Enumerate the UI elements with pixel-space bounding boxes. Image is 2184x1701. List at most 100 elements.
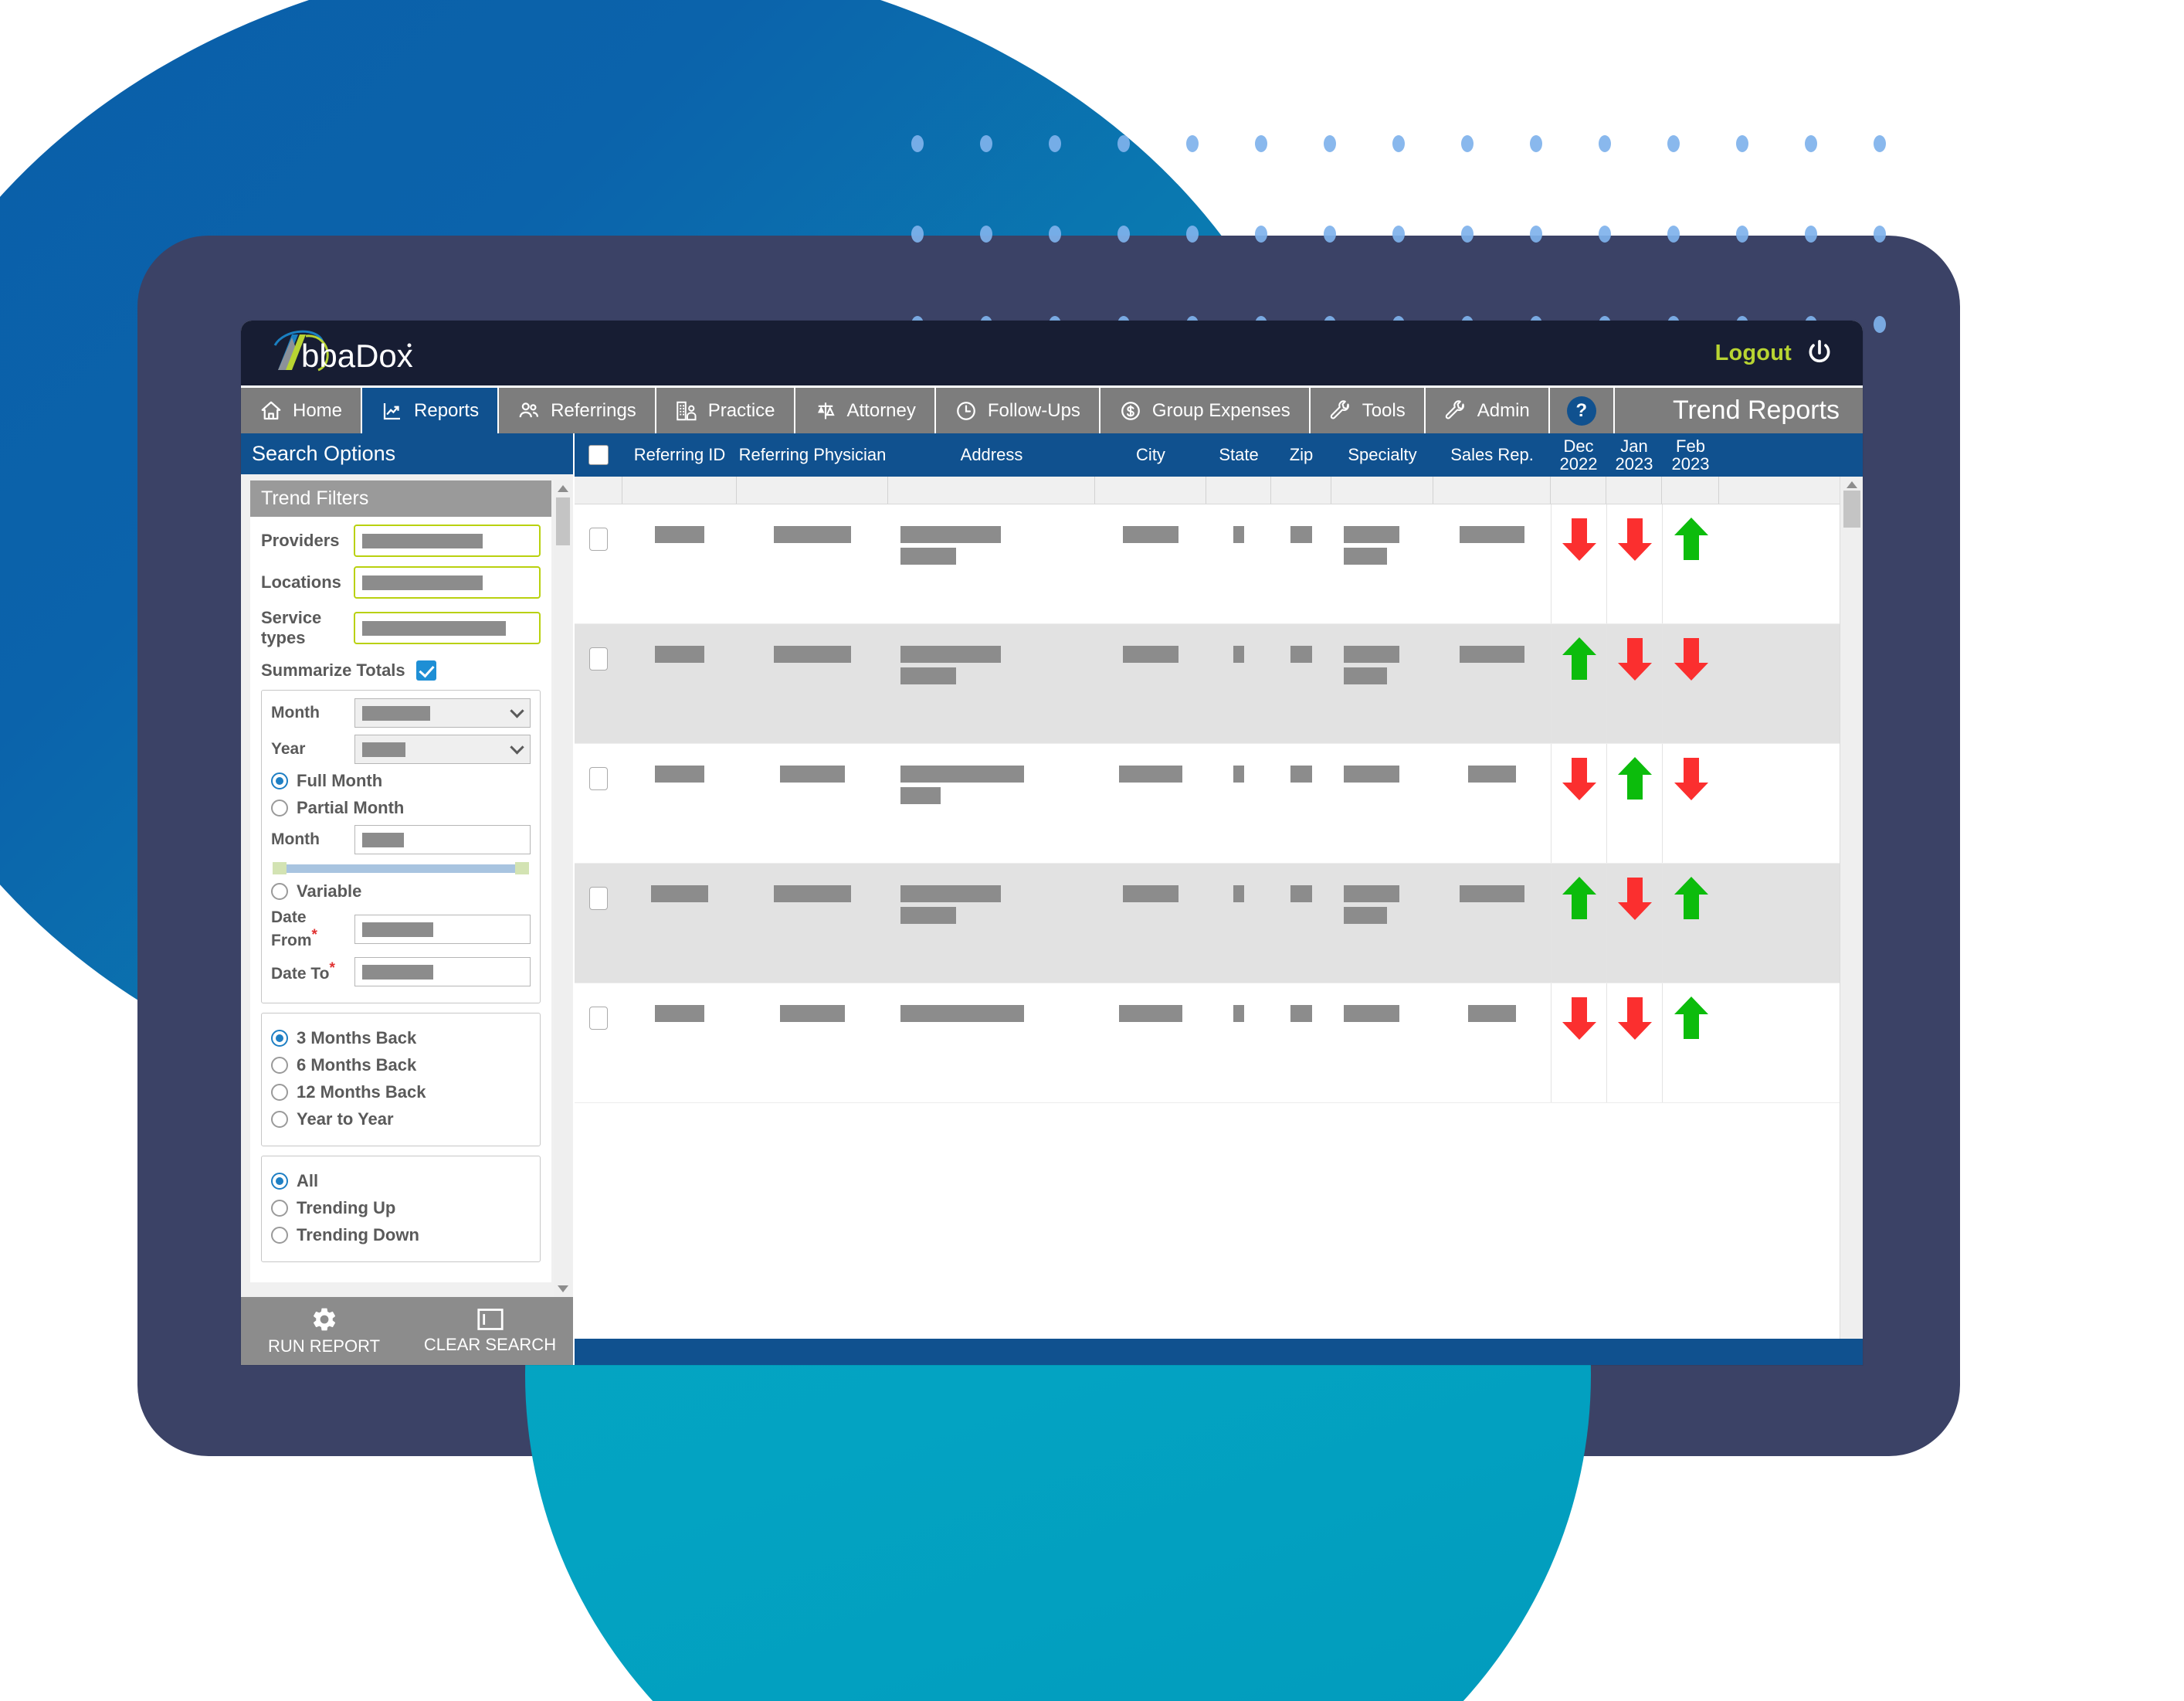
radio-indicator[interactable]: [271, 1111, 288, 1128]
filter-cell-referring-physician[interactable]: [737, 477, 888, 504]
scroll-up-icon[interactable]: [558, 485, 568, 492]
radio-indicator[interactable]: [271, 1084, 288, 1101]
day-range-slider[interactable]: [273, 862, 529, 874]
filter-cell-specialty[interactable]: [1331, 477, 1433, 504]
column-header-referring-physician[interactable]: Referring Physician: [737, 446, 888, 463]
row-select-checkbox[interactable]: [589, 647, 608, 671]
nav-item-tools[interactable]: Tools: [1311, 388, 1426, 433]
table-row[interactable]: [575, 864, 1863, 983]
column-header-jan-2023[interactable]: Jan 2023: [1606, 437, 1662, 473]
filter-cell-select[interactable]: [575, 477, 622, 504]
row-select-checkbox[interactable]: [589, 887, 608, 910]
filter-cell-city[interactable]: [1095, 477, 1206, 504]
column-header-address[interactable]: Address: [888, 446, 1095, 463]
column-header-referring-id[interactable]: Referring ID: [622, 446, 737, 463]
radio-indicator[interactable]: [271, 1200, 288, 1217]
table-row[interactable]: [575, 744, 1863, 864]
table-scrollbar[interactable]: [1840, 477, 1863, 1365]
column-header-zip[interactable]: Zip: [1271, 446, 1331, 463]
radio-12-months-back[interactable]: 12 Months Back: [271, 1082, 531, 1102]
service-types-label: Service types: [261, 608, 322, 647]
table-row[interactable]: [575, 624, 1863, 744]
radio-3-months-back[interactable]: 3 Months Back: [271, 1028, 531, 1048]
nav-item-practice[interactable]: Practice: [656, 388, 795, 433]
nav-item-home[interactable]: Home: [241, 388, 363, 433]
radio-indicator[interactable]: [271, 1057, 288, 1074]
table-row[interactable]: [575, 504, 1863, 624]
table-row[interactable]: [575, 983, 1863, 1103]
column-header-feb-2023[interactable]: Feb 2023: [1662, 437, 1719, 473]
service-types-input[interactable]: [354, 612, 541, 644]
column-header-label: Zip: [1289, 445, 1314, 465]
power-icon[interactable]: [1804, 338, 1835, 368]
slider-handle-left[interactable]: [273, 862, 287, 874]
select-all-checkbox[interactable]: [588, 445, 609, 465]
redacted-value: [1344, 885, 1399, 902]
filter-cell-zip[interactable]: [1271, 477, 1331, 504]
run-report-button[interactable]: RUN REPORT: [241, 1297, 407, 1365]
radio-indicator[interactable]: [271, 772, 288, 789]
column-header-state[interactable]: State: [1206, 446, 1271, 463]
filter-cell-sales-rep[interactable]: [1433, 477, 1551, 504]
date-from-input[interactable]: [354, 915, 531, 944]
month-select[interactable]: [354, 698, 531, 728]
filter-cell-feb-2023[interactable]: [1662, 477, 1719, 504]
date-to-input[interactable]: [354, 957, 531, 986]
radio-indicator[interactable]: [271, 1173, 288, 1190]
column-header-specialty[interactable]: Specialty: [1331, 446, 1433, 463]
radio-indicator[interactable]: [271, 800, 288, 817]
filter-cell-jan-2023[interactable]: [1606, 477, 1662, 504]
logout-label: Logout: [1714, 340, 1792, 365]
radio-trending-down[interactable]: Trending Down: [271, 1225, 531, 1245]
summarize-totals-row[interactable]: Summarize Totals: [261, 660, 541, 681]
radio-label: 3 Months Back: [297, 1028, 417, 1047]
column-header-select[interactable]: [575, 445, 622, 465]
logout-control[interactable]: Logout: [1715, 338, 1835, 368]
abbadox-logo[interactable]: bbaDox: [258, 330, 420, 376]
year-select[interactable]: [354, 735, 531, 764]
nav-item-follow-ups[interactable]: Follow-Ups: [936, 388, 1100, 433]
radio-year-to-year[interactable]: Year to Year: [271, 1109, 531, 1129]
locations-input[interactable]: [354, 566, 541, 599]
providers-input[interactable]: [354, 525, 541, 557]
column-filter-strip[interactable]: [575, 477, 1863, 504]
radio-full-month[interactable]: Full Month: [271, 771, 531, 791]
column-header-dec-2022[interactable]: Dec 2022: [1551, 437, 1606, 473]
filter-cell-dec-2022[interactable]: [1551, 477, 1606, 504]
row-select-checkbox[interactable]: [589, 767, 608, 790]
radio-variable[interactable]: Variable: [271, 881, 531, 901]
summarize-totals-checkbox[interactable]: [415, 660, 436, 681]
slider-handle-right[interactable]: [515, 862, 529, 874]
column-header-city[interactable]: City: [1095, 446, 1206, 463]
clear-search-button[interactable]: CLEAR SEARCH: [407, 1297, 573, 1365]
nav-item-attorney[interactable]: Attorney: [795, 388, 936, 433]
filter-cell-address[interactable]: [888, 477, 1095, 504]
sidebar-scrollbar[interactable]: [554, 480, 571, 1297]
help-button[interactable]: ?: [1550, 388, 1615, 433]
radio-trending-up[interactable]: Trending Up: [271, 1198, 531, 1218]
radio-indicator[interactable]: [271, 1030, 288, 1047]
radio-all[interactable]: All: [271, 1171, 531, 1191]
radio-6-months-back[interactable]: 6 Months Back: [271, 1055, 531, 1075]
partial-month-input[interactable]: [354, 825, 531, 854]
redacted-value: [900, 787, 941, 804]
scroll-down-icon[interactable]: [558, 1285, 568, 1292]
cell-referring-physician: [737, 504, 888, 623]
slider-track[interactable]: [287, 864, 515, 873]
scrollbar-thumb[interactable]: [556, 497, 570, 545]
scrollbar-thumb[interactable]: [1843, 491, 1860, 528]
row-select-checkbox[interactable]: [589, 528, 608, 551]
scroll-up-icon[interactable]: [1847, 481, 1857, 488]
nav-item-admin[interactable]: Admin: [1426, 388, 1550, 433]
filter-cell-state[interactable]: [1206, 477, 1271, 504]
nav-item-reports[interactable]: Reports: [362, 388, 500, 433]
cell-address: [888, 624, 1095, 743]
nav-item-referrings[interactable]: Referrings: [499, 388, 656, 433]
radio-indicator[interactable]: [271, 1227, 288, 1244]
radio-indicator[interactable]: [271, 883, 288, 900]
radio-partial-month[interactable]: Partial Month: [271, 798, 531, 818]
column-header-sales-rep[interactable]: Sales Rep.: [1433, 446, 1551, 463]
row-select-checkbox[interactable]: [589, 1007, 608, 1030]
filter-cell-referring-id[interactable]: [622, 477, 737, 504]
nav-item-group-expenses[interactable]: Group Expenses: [1100, 388, 1311, 433]
